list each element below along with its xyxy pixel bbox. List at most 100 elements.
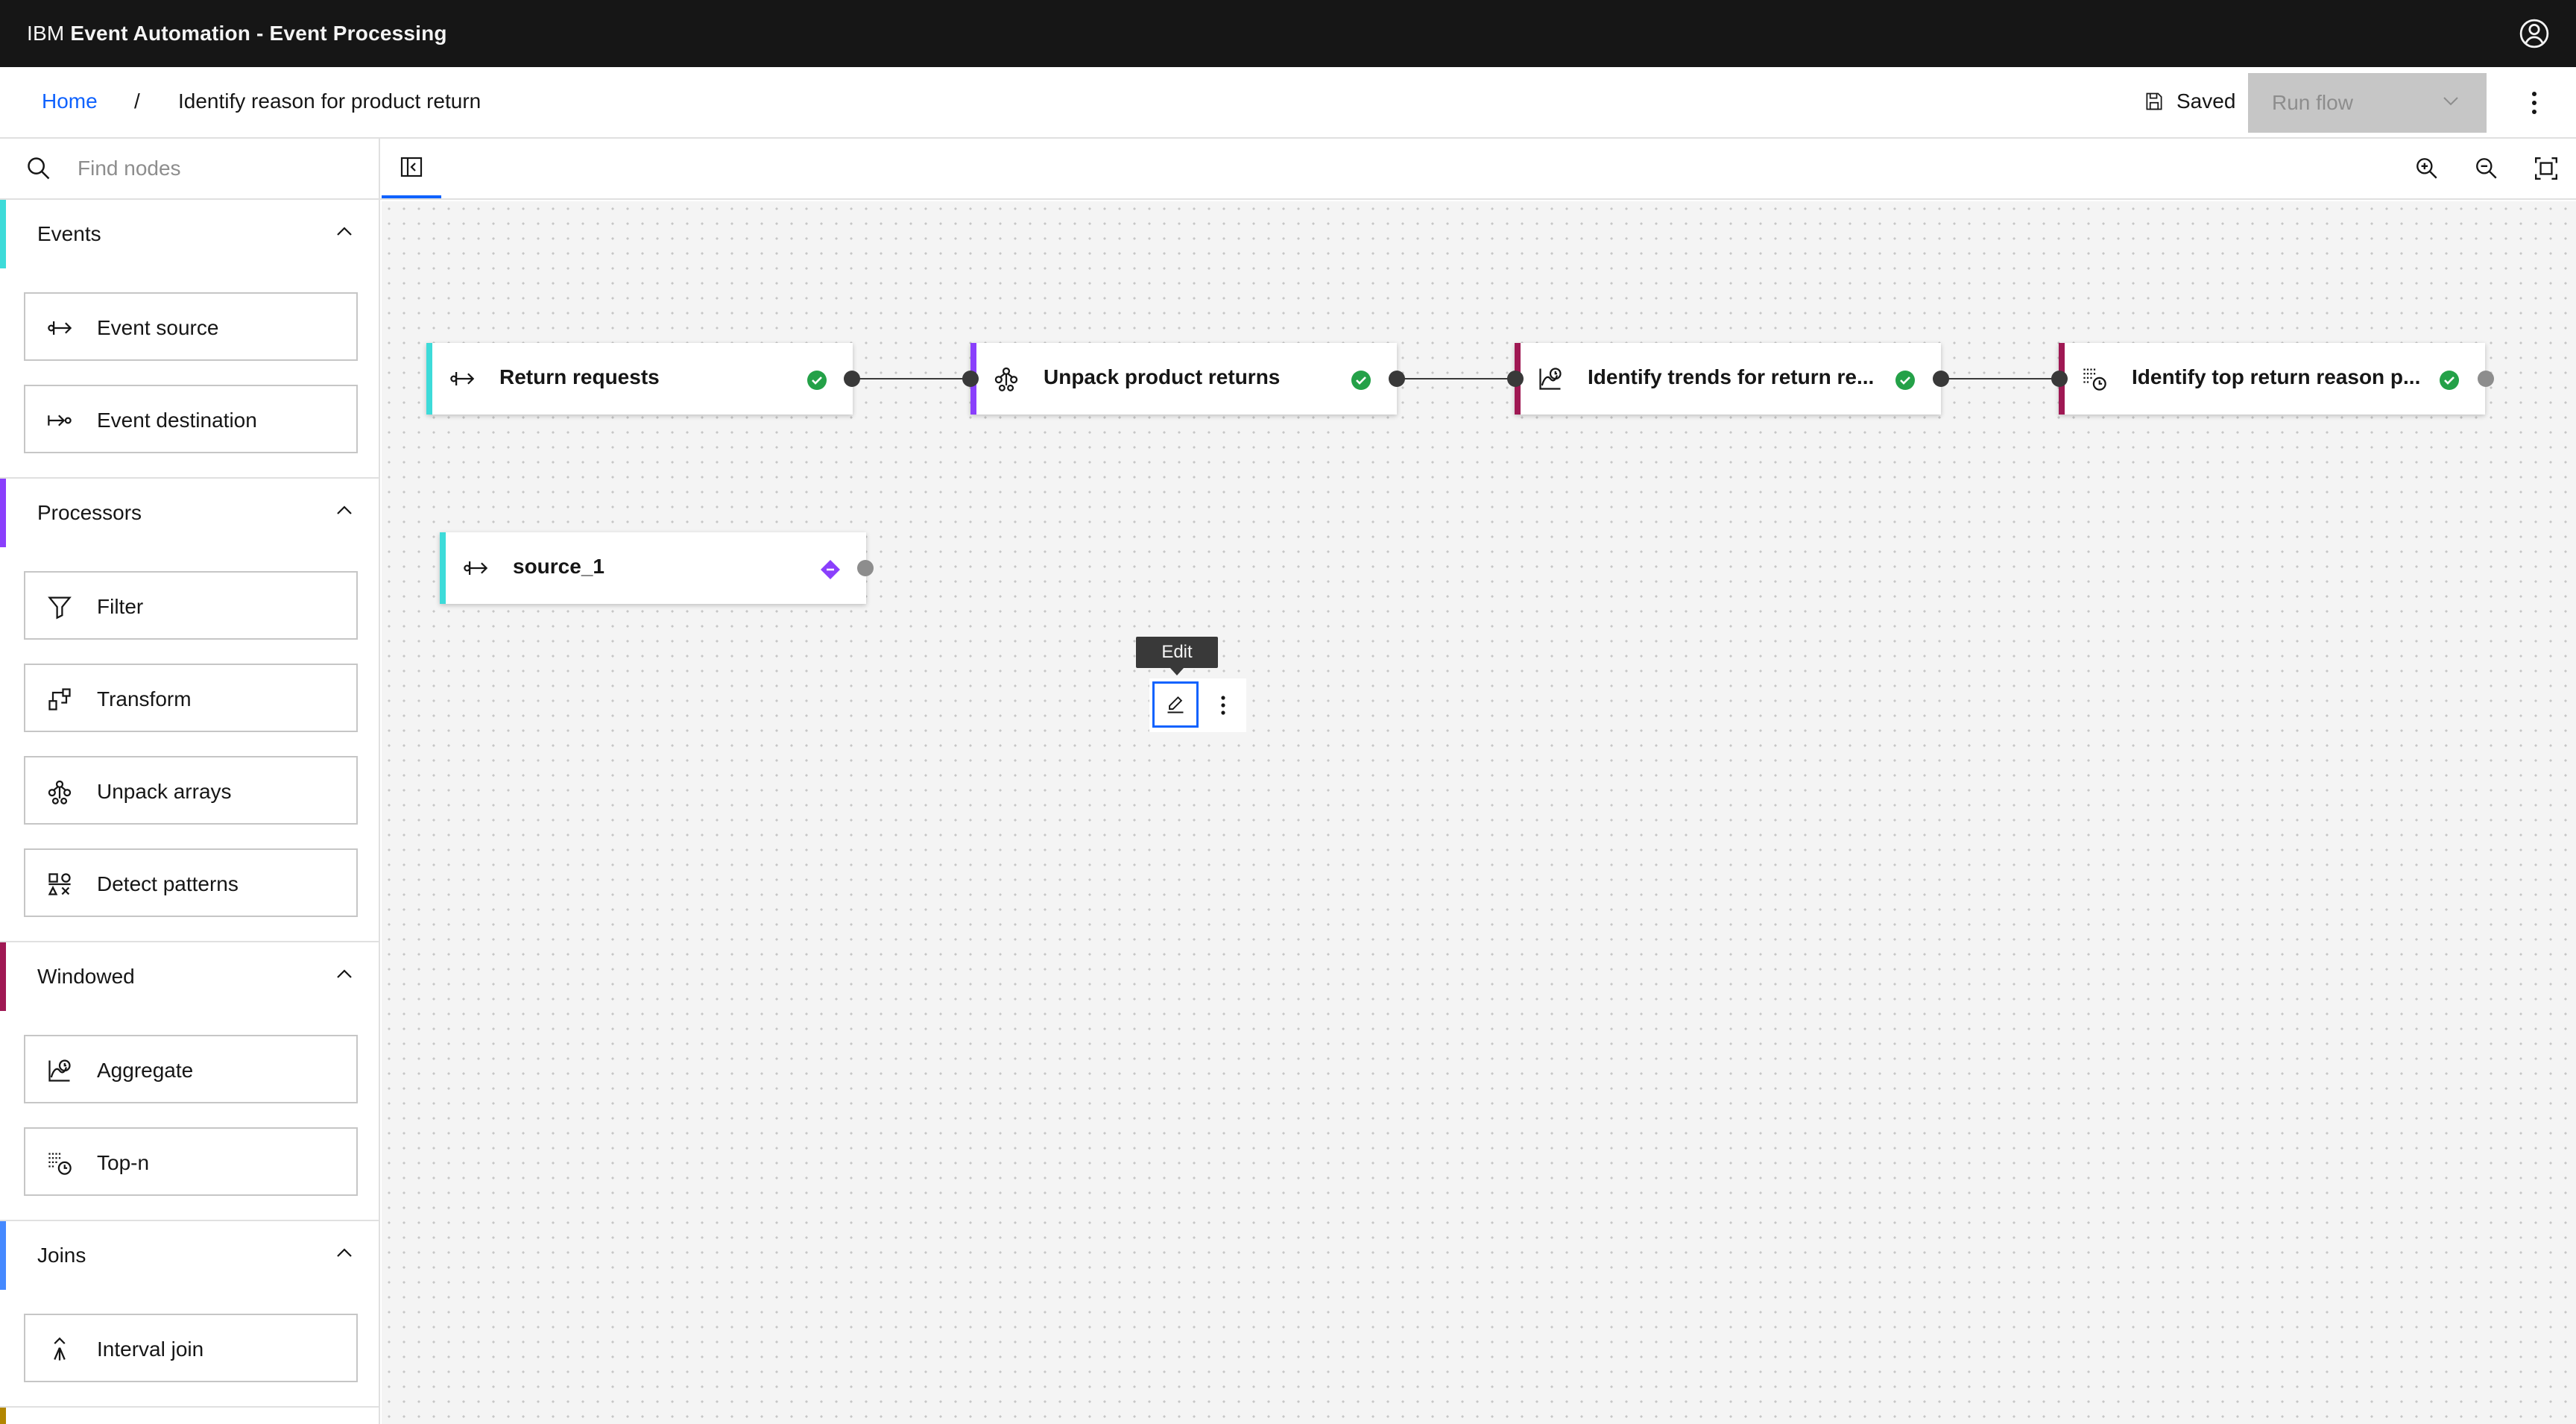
flow-node-source-1[interactable]: source_1 <box>440 532 866 604</box>
palette-item-label: Top-n <box>97 1151 150 1174</box>
node-overflow-button[interactable] <box>1212 689 1234 722</box>
edit-node-button[interactable] <box>1152 681 1199 728</box>
output-port[interactable] <box>1389 371 1405 387</box>
search-input[interactable] <box>78 152 368 185</box>
section-color-bar <box>0 1408 6 1424</box>
palette-item-label: Aggregate <box>97 1059 194 1082</box>
palette-item-aggregate[interactable]: Aggregate <box>24 1035 358 1103</box>
checkmark-filled-icon <box>1895 371 1915 390</box>
section-title: Events <box>37 222 101 245</box>
palette-item-filter[interactable]: Filter <box>24 571 358 640</box>
chevron-up-icon <box>337 227 352 236</box>
chevron-up-icon <box>337 1248 352 1257</box>
section-title: Joins <box>37 1244 86 1267</box>
node-label: source_1 <box>513 555 604 578</box>
input-port[interactable] <box>962 371 979 387</box>
flow-node-unpack-product-returns[interactable]: Unpack product returns <box>970 343 1397 415</box>
flow-connection[interactable] <box>851 378 970 379</box>
palette-item-label: Transform <box>97 687 192 711</box>
node-color-bar <box>426 343 432 415</box>
output-port[interactable] <box>1933 371 1949 387</box>
checkmark-filled-icon <box>1351 371 1371 390</box>
palette-item-interval-join[interactable]: Interval join <box>24 1314 358 1382</box>
run-flow-button[interactable]: Run flow <box>2248 73 2487 133</box>
fit-to-screen-icon <box>2535 157 2557 180</box>
side-panel-close-icon <box>400 157 423 177</box>
save-icon <box>2146 92 2162 110</box>
node-label: Return requests <box>499 365 660 388</box>
palette-item-label: Detect patterns <box>97 872 239 895</box>
page-title: Identify reason for product return <box>178 89 482 113</box>
section-color-bar <box>0 479 6 547</box>
flow-node-identify-top-return-reason[interactable]: Identify top return reason p... <box>2059 343 2485 415</box>
zoom-in-button[interactable] <box>2411 152 2443 185</box>
interval-join-icon <box>54 1337 66 1361</box>
palette-item-label: Unpack arrays <box>97 780 232 803</box>
event-destination-icon <box>48 415 72 426</box>
palette-item-label: Event source <box>97 316 219 339</box>
run-flow-label: Run flow <box>2272 91 2353 114</box>
chevron-up-icon <box>337 505 352 514</box>
brand-prefix: IBM <box>27 22 71 45</box>
flow-canvas[interactable]: Return requests Unpack product returns I… <box>382 201 2576 1424</box>
unpack-arrays-icon <box>994 367 1018 391</box>
palette-section-joins[interactable]: Joins <box>0 1221 379 1290</box>
event-source-icon <box>48 321 72 335</box>
palette-item-event-source[interactable]: Event source <box>24 292 358 361</box>
section-color-bar <box>0 1221 6 1290</box>
node-label: Unpack product returns <box>1044 365 1281 388</box>
transform-icon <box>48 688 71 711</box>
palette-item-event-destination[interactable]: Event destination <box>24 385 358 453</box>
output-port[interactable] <box>844 371 860 387</box>
output-port[interactable] <box>2478 371 2494 387</box>
event-source-icon <box>464 561 488 575</box>
breadcrumb-home-link[interactable]: Home <box>42 89 98 113</box>
palette-item-label: Interval join <box>97 1338 204 1361</box>
output-port[interactable] <box>857 560 874 576</box>
palette-item-label: Filter <box>97 595 144 618</box>
detect-patterns-icon <box>48 873 71 895</box>
node-label: Identify trends for return re... <box>1588 365 1875 388</box>
flow-connection[interactable] <box>1939 378 2059 379</box>
app-title: IBM Event Automation - Event Processing <box>27 22 447 45</box>
overflow-menu-icon[interactable] <box>2522 86 2546 119</box>
palette-section-windowed[interactable]: Windowed <box>0 942 379 1011</box>
user-avatar-icon[interactable] <box>2518 17 2551 50</box>
top-n-icon <box>2083 368 2106 391</box>
canvas-toolbar <box>0 139 2576 200</box>
flow-connection[interactable] <box>1395 378 1515 379</box>
flow-node-identify-trends[interactable]: Identify trends for return re... <box>1515 343 1941 415</box>
palette-toggle-button[interactable] <box>382 139 441 198</box>
input-port[interactable] <box>2051 371 2068 387</box>
zoom-out-button[interactable] <box>2470 152 2503 185</box>
chevron-down-icon <box>2443 97 2458 106</box>
aggregate-icon <box>1539 368 1562 390</box>
input-port[interactable] <box>1507 371 1524 387</box>
section-title: Windowed <box>37 965 135 988</box>
event-source-icon <box>450 372 475 385</box>
node-color-bar <box>440 532 446 604</box>
section-color-bar <box>0 942 6 1011</box>
checkmark-filled-icon <box>2440 371 2459 390</box>
palette-item-label: Event destination <box>97 409 257 432</box>
palette-item-detect-patterns[interactable]: Detect patterns <box>24 848 358 917</box>
chevron-up-icon <box>337 969 352 978</box>
saved-label: Saved <box>2176 89 2236 113</box>
section-divider <box>0 1406 379 1408</box>
zoom-out-icon <box>2476 158 2497 179</box>
breadcrumb-separator: / <box>134 89 140 113</box>
overflow-menu-icon <box>1221 696 1225 715</box>
flow-node-return-requests[interactable]: Return requests <box>426 343 853 415</box>
palette-item-transform[interactable]: Transform <box>24 664 358 732</box>
palette-section-events[interactable]: Events <box>0 200 379 268</box>
zoom-in-icon <box>2416 158 2437 179</box>
palette-item-top-n[interactable]: Top-n <box>24 1127 358 1196</box>
palette-section-processors[interactable]: Processors <box>0 479 379 547</box>
edit-icon <box>1167 696 1184 713</box>
node-label: Identify top return reason p... <box>2132 365 2421 388</box>
palette-item-unpack-arrays[interactable]: Unpack arrays <box>24 756 358 825</box>
fit-to-screen-button[interactable] <box>2530 152 2563 185</box>
filter-icon <box>48 596 72 620</box>
unpack-arrays-icon <box>48 780 72 804</box>
node-search <box>0 139 380 198</box>
